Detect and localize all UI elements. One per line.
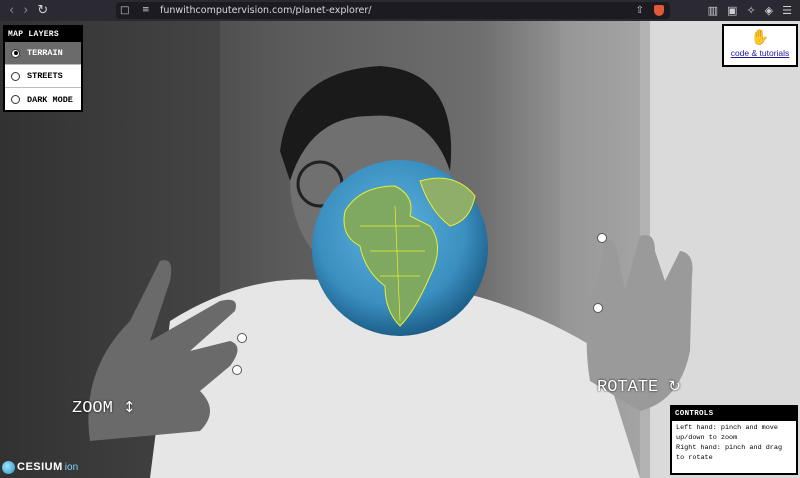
radio-icon[interactable] [11, 71, 20, 81]
map-layers-panel: MAP LAYERS TERRAIN STREETS DARK MODE [3, 25, 83, 112]
layer-option-dark-mode[interactable]: DARK MODE [5, 88, 81, 111]
map-layers-title: MAP LAYERS [5, 27, 81, 42]
radio-icon[interactable] [11, 95, 20, 104]
toolbar-right: ▥ ▣ ✧ ◈ ☰ [708, 0, 792, 21]
nav-buttons: ‹ › ↻ [0, 0, 48, 21]
reload-icon[interactable]: ↻ [37, 0, 48, 21]
zoom-label: ZOOM ↕ [72, 398, 136, 418]
layer-label: TERRAIN [27, 48, 63, 58]
tutorials-link-box[interactable]: ✋ code & tutorials [722, 24, 798, 67]
zoom-arrows-icon: ↕ [123, 398, 136, 416]
zoom-text: ZOOM [72, 399, 113, 418]
rotate-pinch-point-top [597, 233, 607, 243]
bookmark-icon[interactable]: □ [120, 2, 129, 19]
menu-icon[interactable]: ☰ [782, 0, 792, 21]
hand-icon: ✋ [750, 29, 770, 46]
controls-line-left-hand: Left hand: pinch and move up/down to zoo… [676, 424, 778, 442]
layer-label: STREETS [27, 71, 63, 81]
address-bar[interactable]: □ ≡ funwithcomputervision.com/planet-exp… [116, 2, 670, 19]
controls-title: CONTROLS [672, 407, 796, 421]
url-text[interactable]: funwithcomputervision.com/planet-explore… [160, 2, 372, 19]
zoom-pinch-point-bottom [232, 365, 242, 375]
back-button[interactable]: ‹ [9, 0, 14, 21]
rotate-text: ROTATE [597, 378, 659, 397]
vpn-icon[interactable]: ◈ [765, 0, 773, 21]
zoom-pinch-point-top [237, 333, 247, 343]
share-icon[interactable]: ⇧ [636, 2, 644, 19]
ai-icon[interactable]: ✧ [746, 0, 755, 21]
tutorials-link[interactable]: code & tutorials [724, 47, 796, 59]
layer-option-streets[interactable]: STREETS [5, 65, 81, 88]
cesium-brand: CESIUM [17, 461, 63, 473]
cesium-logo-icon [2, 460, 15, 474]
site-info-icon[interactable]: ≡ [142, 2, 150, 19]
layer-label: DARK MODE [27, 94, 73, 105]
browser-toolbar: ‹ › ↻ □ ≡ funwithcomputervision.com/plan… [0, 0, 800, 21]
controls-body: Left hand: pinch and move up/down to zoo… [672, 421, 796, 465]
wallet-icon[interactable]: ▣ [727, 0, 737, 21]
cesium-ion-suffix: ion [64, 461, 79, 473]
forward-button[interactable]: › [23, 0, 28, 21]
sidebar-icon[interactable]: ▥ [708, 0, 718, 21]
radio-icon[interactable] [11, 48, 20, 58]
rotate-label: ROTATE ↻ [597, 377, 681, 397]
controls-line-right-hand: Right hand: pinch and drag to rotate [676, 444, 783, 462]
controls-panel: CONTROLS Left hand: pinch and move up/do… [670, 405, 798, 475]
rotate-pinch-point-bottom [593, 303, 603, 313]
cesium-attribution[interactable]: CESIUM ion [2, 459, 78, 475]
brave-shield-icon[interactable] [654, 5, 664, 16]
rotate-icon: ↻ [668, 377, 681, 395]
layer-option-terrain[interactable]: TERRAIN [5, 42, 81, 65]
